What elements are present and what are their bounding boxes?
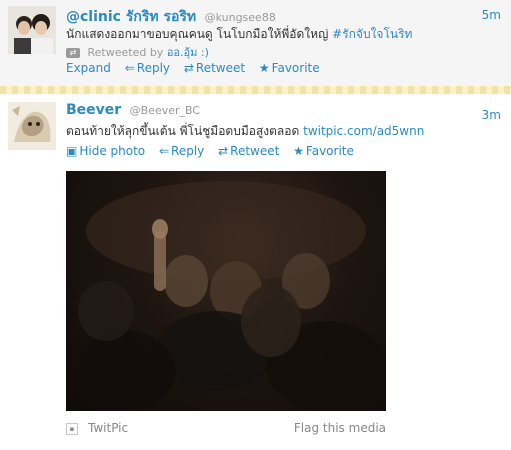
photo-icon: ▣ [66, 144, 78, 158]
retweet-icon: ⇄ [218, 144, 229, 158]
avatar[interactable] [8, 102, 56, 150]
favorite-label: Favorite [305, 144, 354, 158]
timestamp[interactable]: 5m [482, 8, 501, 22]
avatar[interactable] [8, 6, 56, 54]
star-icon: ★ [258, 61, 270, 75]
star-icon: ★ [293, 144, 304, 158]
twitpic-icon: ▪ [66, 423, 78, 435]
author-handle[interactable]: @kungsee88 [205, 11, 276, 24]
reply-label: Reply [171, 144, 205, 158]
divider [0, 86, 511, 94]
reply-arrow-icon: ⇐ [124, 61, 135, 75]
retweet-label: Retweet [230, 144, 280, 158]
hide-photo-label: Hide photo [79, 144, 146, 158]
tweet-text: นักแสดงออกมาขอบคุณคนดู โนโบกมือให้พี่อัด… [66, 25, 412, 44]
author-name[interactable]: @clinic รักริท รอริท [66, 9, 196, 25]
author-name[interactable]: Beever [66, 102, 121, 118]
reply-button[interactable]: ⇐ Reply [159, 144, 204, 158]
timestamp[interactable]: 3m [482, 108, 501, 122]
tweet-text: ตอนท้ายให้ลุกขึ้นเต้น พี่โน่ชูมือตบมือสู… [66, 122, 424, 141]
media-source[interactable]: TwitPic [88, 421, 128, 435]
tweet-text-body: นักแสดงออกมาขอบคุณคนดู โนโบกมือให้พี่อัด… [66, 27, 329, 41]
tweet-text-body: ตอนท้ายให้ลุกขึ้นเต้น พี่โน่ชูมือตบมือสู… [66, 124, 300, 138]
retweet-button[interactable]: ⇄ Retweet [184, 61, 245, 75]
favorite-button[interactable]: ★ Favorite [259, 61, 320, 75]
tweet-retweeted[interactable]: @clinic รักริท รอริท @kungsee88 5m นักแส… [0, 0, 511, 86]
reply-button[interactable]: ⇐ Reply [125, 61, 170, 75]
hashtag-link[interactable]: #รักจับใจโนริท [332, 27, 412, 41]
reply-label: Reply [136, 61, 171, 75]
favorite-button[interactable]: ★ Favorite [293, 144, 354, 158]
retweet-button[interactable]: ⇄ Retweet [218, 144, 279, 158]
author-handle[interactable]: @Beever_BC [130, 104, 200, 117]
reply-arrow-icon: ⇐ [158, 144, 170, 158]
media-photo[interactable] [66, 171, 386, 411]
flag-media-link[interactable]: Flag this media [294, 421, 386, 435]
favorite-label: Favorite [271, 61, 320, 75]
retweeted-by-label: Retweeted by [87, 46, 164, 59]
twitpic-link[interactable]: twitpic.com/ad5wnn [303, 124, 424, 138]
retweet-icon: ⇄ [66, 48, 80, 58]
tweet-actions: Expand ⇐ Reply ⇄ Retweet ★ Favorite [66, 61, 330, 75]
expand-link[interactable]: Expand [66, 61, 111, 75]
hide-photo-button[interactable]: ▣ Hide photo [66, 144, 145, 158]
retweet-icon: ⇄ [183, 61, 194, 75]
retweeted-by-user[interactable]: ออ.อุ้ม :) [167, 46, 209, 59]
tweet[interactable]: Beever @Beever_BC 3m ตอนท้ายให้ลุกขึ้นเต… [0, 94, 511, 450]
tweet-actions: ▣ Hide photo ⇐ Reply ⇄ Retweet ★ Favorite [66, 144, 364, 158]
retweeted-by: ⇄ Retweeted by ออ.อุ้ม :) [66, 43, 209, 61]
retweet-label: Retweet [195, 61, 246, 75]
media-footer: ▪ TwitPic Flag this media [66, 421, 386, 439]
